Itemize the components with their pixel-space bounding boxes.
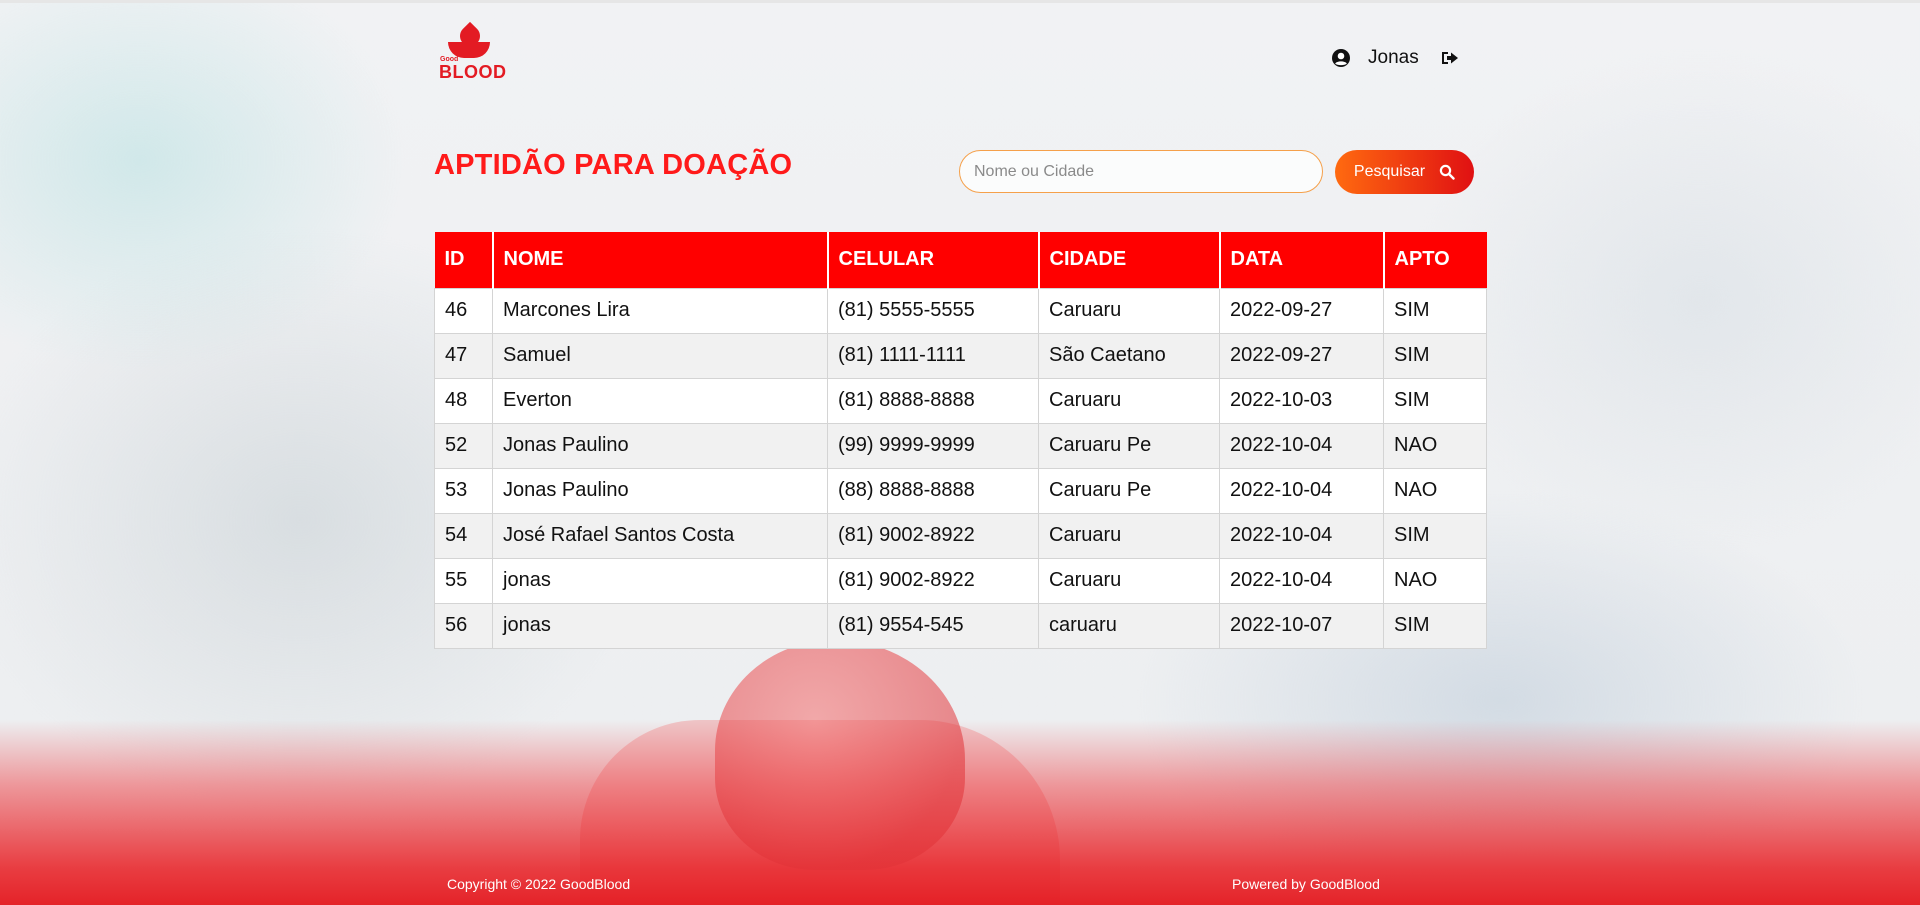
cell-id: 46 (434, 287, 493, 334)
cell-apto: NAO (1383, 467, 1487, 514)
page-title: APTIDÃO PARA DOAÇÃO (434, 149, 793, 181)
table-row[interactable]: 54 José Rafael Santos Costa (81) 9002-89… (434, 512, 1487, 559)
footer-powered-by: Powered by GoodBlood (1232, 876, 1380, 892)
cell-apto: SIM (1383, 602, 1487, 649)
cell-apto: NAO (1383, 422, 1487, 469)
user-circle-icon[interactable] (1331, 48, 1351, 68)
table-row[interactable]: 53 Jonas Paulino (88) 8888-8888 Caruaru … (434, 467, 1487, 514)
cell-apto: NAO (1383, 557, 1487, 604)
cell-cidade: Caruaru Pe (1038, 422, 1220, 469)
cell-id: 48 (434, 377, 493, 424)
cell-id: 54 (434, 512, 493, 559)
cell-celular: (81) 9002-8922 (827, 557, 1039, 604)
cell-apto: SIM (1383, 377, 1487, 424)
table-row[interactable]: 46 Marcones Lira (81) 5555-5555 Caruaru … (434, 287, 1487, 334)
table-row[interactable]: 48 Everton (81) 8888-8888 Caruaru 2022-1… (434, 377, 1487, 424)
cell-data: 2022-10-07 (1219, 602, 1384, 649)
user-name[interactable]: Jonas (1368, 47, 1419, 69)
donation-aptitude-table: ID NOME CELULAR CIDADE DATA APTO 46 Marc… (434, 232, 1487, 649)
cell-cidade: São Caetano (1038, 332, 1220, 379)
cell-cidade: Caruaru (1038, 557, 1220, 604)
cell-cidade: Caruaru Pe (1038, 467, 1220, 514)
goodblood-logo[interactable]: Good BLOOD (438, 21, 508, 82)
cell-nome: Marcones Lira (492, 287, 828, 334)
search-input[interactable] (959, 150, 1323, 193)
cell-nome: Everton (492, 377, 828, 424)
search-icon (1439, 164, 1455, 180)
table-header-row: ID NOME CELULAR CIDADE DATA APTO (434, 232, 1487, 288)
cell-data: 2022-10-03 (1219, 377, 1384, 424)
user-area: Jonas (1331, 46, 1460, 70)
cell-data: 2022-09-27 (1219, 287, 1384, 334)
cell-celular: (81) 5555-5555 (827, 287, 1039, 334)
cell-data: 2022-10-04 (1219, 557, 1384, 604)
cell-nome: Samuel (492, 332, 828, 379)
cell-celular: (81) 9554-545 (827, 602, 1039, 649)
cell-cidade: Caruaru (1038, 377, 1220, 424)
cell-apto: SIM (1383, 332, 1487, 379)
logo-text: BLOOD (439, 62, 507, 82)
search-button-label: Pesquisar (1353, 163, 1426, 180)
cell-id: 56 (434, 602, 493, 649)
cell-apto: SIM (1383, 287, 1487, 334)
cell-cidade: Caruaru (1038, 287, 1220, 334)
cell-cidade: caruaru (1038, 602, 1220, 649)
search-button[interactable]: Pesquisar (1335, 150, 1474, 194)
sign-out-icon[interactable] (1440, 48, 1460, 68)
cell-data: 2022-10-04 (1219, 512, 1384, 559)
column-header-apto[interactable]: APTO (1383, 232, 1487, 288)
cell-cidade: Caruaru (1038, 512, 1220, 559)
cell-celular: (99) 9999-9999 (827, 422, 1039, 469)
column-header-cidade[interactable]: CIDADE (1038, 232, 1221, 288)
cell-nome: Jonas Paulino (492, 467, 828, 514)
cell-nome: jonas (492, 602, 828, 649)
cell-nome: jonas (492, 557, 828, 604)
cell-nome: Jonas Paulino (492, 422, 828, 469)
cell-celular: (81) 1111-1111 (827, 332, 1039, 379)
cell-nome: José Rafael Santos Costa (492, 512, 828, 559)
table-row[interactable]: 52 Jonas Paulino (99) 9999-9999 Caruaru … (434, 422, 1487, 469)
cell-apto: SIM (1383, 512, 1487, 559)
column-header-nome[interactable]: NOME (492, 232, 829, 288)
table-row[interactable]: 56 jonas (81) 9554-545 caruaru 2022-10-0… (434, 602, 1487, 649)
cell-id: 52 (434, 422, 493, 469)
cell-id: 47 (434, 332, 493, 379)
column-header-data[interactable]: DATA (1219, 232, 1385, 288)
table-row[interactable]: 47 Samuel (81) 1111-1111 São Caetano 202… (434, 332, 1487, 379)
column-header-id[interactable]: ID (434, 232, 494, 288)
cell-data: 2022-09-27 (1219, 332, 1384, 379)
cell-celular: (81) 8888-8888 (827, 377, 1039, 424)
cell-data: 2022-10-04 (1219, 467, 1384, 514)
background-heart (715, 640, 965, 870)
cell-id: 55 (434, 557, 493, 604)
footer-copyright: Copyright © 2022 GoodBlood (447, 876, 631, 892)
cell-data: 2022-10-04 (1219, 422, 1384, 469)
cell-id: 53 (434, 467, 493, 514)
column-header-celular[interactable]: CELULAR (827, 232, 1040, 288)
top-border (0, 0, 1920, 3)
cell-celular: (88) 8888-8888 (827, 467, 1039, 514)
table-row[interactable]: 55 jonas (81) 9002-8922 Caruaru 2022-10-… (434, 557, 1487, 604)
cell-celular: (81) 9002-8922 (827, 512, 1039, 559)
